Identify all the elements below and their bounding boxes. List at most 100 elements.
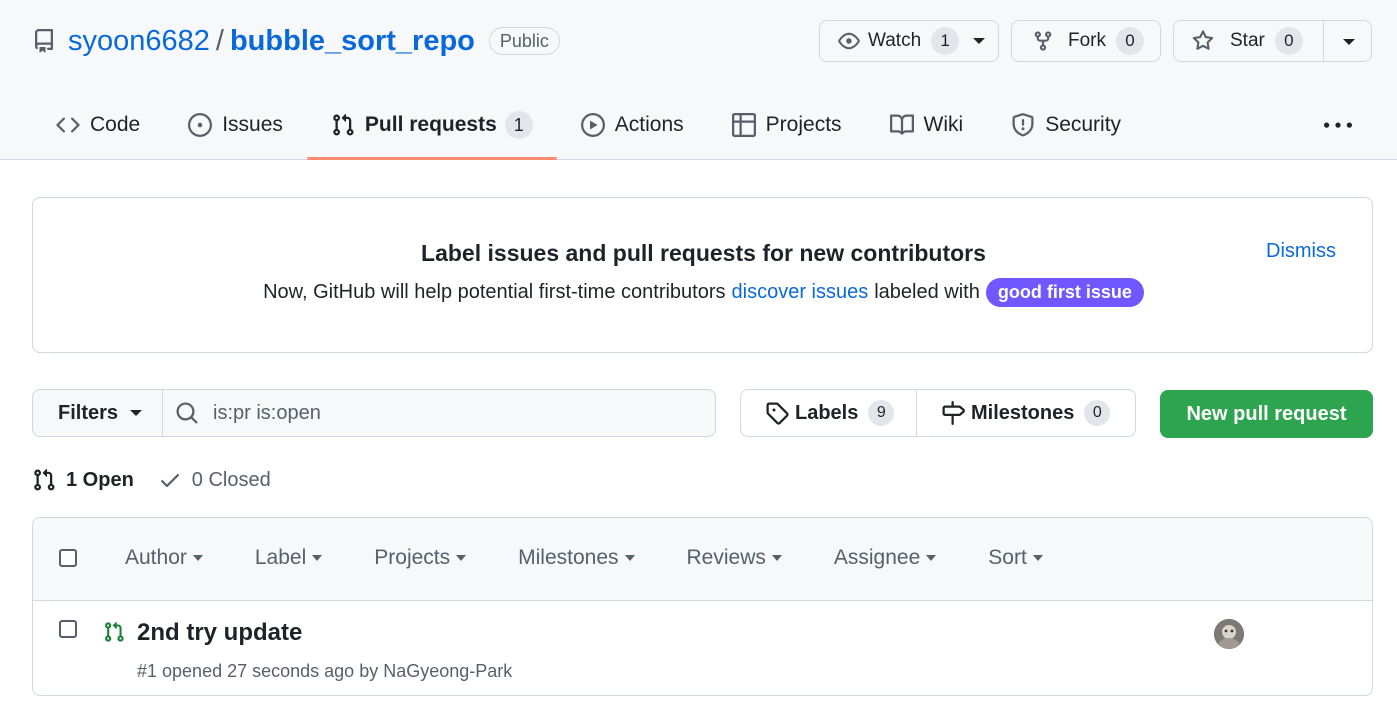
tab-security-label: Security bbox=[1045, 113, 1122, 136]
tab-projects[interactable]: Projects bbox=[708, 100, 866, 150]
more-tabs-button[interactable] bbox=[1318, 112, 1358, 140]
banner-title: Label issues and pull requests for new c… bbox=[421, 240, 986, 266]
code-icon bbox=[56, 113, 80, 137]
filters-button[interactable]: Filters bbox=[33, 390, 163, 436]
banner-text-before: Now, GitHub will help potential first-ti… bbox=[263, 281, 726, 303]
tab-wiki[interactable]: Wiki bbox=[866, 100, 988, 150]
pull-request-list: Author Label Projects Milestones Reviews… bbox=[32, 517, 1373, 696]
watch-count: 1 bbox=[931, 27, 960, 55]
banner-body: Now, GitHub will help potential first-ti… bbox=[33, 278, 1374, 307]
repo-separator: / bbox=[215, 24, 224, 57]
labels-count: 9 bbox=[868, 400, 895, 426]
git-pull-request-icon bbox=[32, 468, 56, 492]
eye-icon bbox=[838, 30, 860, 52]
repo-title: syoon6682 / bubble_sort_repo Public bbox=[32, 20, 560, 62]
milestones-filter-label: Milestones bbox=[518, 546, 619, 569]
tab-projects-label: Projects bbox=[765, 113, 842, 136]
visibility-badge: Public bbox=[488, 27, 560, 55]
closed-prs-link[interactable]: 0 Closed bbox=[158, 468, 271, 492]
milestones-filter[interactable]: Milestones bbox=[518, 546, 635, 570]
closed-count-label: 0 Closed bbox=[191, 468, 271, 491]
milestone-icon bbox=[941, 401, 965, 425]
search-input[interactable]: is:pr is:open bbox=[163, 390, 715, 436]
label-filter-label: Label bbox=[254, 546, 307, 569]
issue-opened-icon bbox=[188, 113, 213, 137]
tab-issues-label: Issues bbox=[222, 113, 283, 136]
filters-bar: Filters is:pr is:open bbox=[32, 389, 716, 437]
pr-meta: #1 opened 27 seconds ago by NaGyeong-Par… bbox=[137, 661, 513, 681]
sort-filter[interactable]: Sort bbox=[988, 546, 1043, 570]
git-pull-request-icon bbox=[331, 113, 355, 137]
chevron-down-icon bbox=[771, 555, 782, 561]
chevron-down-icon bbox=[624, 555, 635, 561]
tab-code[interactable]: Code bbox=[32, 100, 164, 150]
table-row: 2nd try update #1 opened 27 seconds ago … bbox=[33, 601, 1372, 695]
reviews-filter-label: Reviews bbox=[686, 546, 766, 569]
chevron-down-icon bbox=[926, 555, 937, 561]
sort-filter-label: Sort bbox=[988, 546, 1027, 569]
star-list-dropdown-icon[interactable] bbox=[1343, 39, 1355, 45]
pr-title-link[interactable]: 2nd try update bbox=[137, 619, 302, 647]
projects-filter-label: Projects bbox=[374, 546, 451, 569]
search-value: is:pr is:open bbox=[213, 401, 321, 424]
chevron-down-icon bbox=[456, 555, 467, 561]
author-filter-label: Author bbox=[125, 546, 187, 569]
list-filters: Author Label Projects Milestones Reviews… bbox=[125, 546, 1043, 570]
open-count-label: 1 Open bbox=[66, 468, 134, 491]
chevron-down-icon bbox=[192, 555, 203, 561]
labels-label: Labels bbox=[795, 401, 859, 424]
milestones-label: Milestones bbox=[971, 401, 1075, 424]
milestones-count: 0 bbox=[1084, 400, 1111, 426]
search-icon bbox=[175, 401, 199, 425]
milestones-button[interactable]: Milestones 0 bbox=[917, 390, 1135, 436]
repo-forked-icon bbox=[1032, 30, 1054, 52]
chevron-down-icon bbox=[1032, 555, 1043, 561]
row-checkbox[interactable] bbox=[59, 620, 77, 638]
avatar[interactable] bbox=[1214, 619, 1244, 649]
fork-button[interactable]: Fork 0 bbox=[1011, 20, 1161, 62]
table-icon bbox=[731, 113, 756, 137]
chevron-down-icon bbox=[130, 410, 143, 416]
dismiss-button[interactable]: Dismiss bbox=[1266, 240, 1336, 263]
star-button[interactable]: Star 0 bbox=[1173, 20, 1372, 62]
tab-actions[interactable]: Actions bbox=[557, 100, 708, 150]
star-label: Star bbox=[1230, 30, 1265, 51]
check-icon bbox=[158, 468, 182, 492]
tab-pull-requests[interactable]: Pull requests 1 bbox=[306, 100, 557, 160]
discover-issues-link[interactable]: discover issues bbox=[732, 281, 869, 304]
tab-wiki-label: Wiki bbox=[923, 113, 964, 136]
good-first-issue-label: good first issue bbox=[985, 278, 1144, 307]
star-icon bbox=[1192, 30, 1214, 52]
play-icon bbox=[580, 113, 605, 137]
labels-button[interactable]: Labels 9 bbox=[741, 390, 917, 436]
pr-state-toggle: 1 Open 0 Closed bbox=[32, 466, 271, 494]
author-filter[interactable]: Author bbox=[125, 546, 203, 570]
shield-icon bbox=[1011, 113, 1035, 137]
select-all-checkbox[interactable] bbox=[59, 549, 77, 567]
watch-button[interactable]: Watch 1 bbox=[819, 20, 999, 62]
label-filter[interactable]: Label bbox=[254, 546, 323, 570]
kebab-horizontal-icon bbox=[1324, 112, 1352, 140]
open-prs-link[interactable]: 1 Open bbox=[32, 468, 134, 492]
tab-issues[interactable]: Issues bbox=[164, 100, 307, 150]
contributors-banner: Label issues and pull requests for new c… bbox=[32, 197, 1373, 353]
watch-label: Watch bbox=[868, 30, 922, 51]
banner-text-after: labeled with bbox=[874, 281, 980, 303]
repo-name-link[interactable]: bubble_sort_repo bbox=[230, 25, 475, 58]
tab-security[interactable]: Security bbox=[987, 100, 1145, 150]
book-icon bbox=[889, 113, 914, 137]
labels-milestones-group: Labels 9 Milestones 0 bbox=[740, 389, 1136, 437]
tab-actions-label: Actions bbox=[614, 113, 684, 136]
button-divider bbox=[1323, 21, 1324, 61]
git-pull-request-icon bbox=[103, 620, 125, 644]
new-pull-request-button[interactable]: New pull request bbox=[1160, 390, 1373, 438]
chevron-down-icon bbox=[973, 38, 986, 44]
tab-code-label: Code bbox=[90, 113, 141, 136]
projects-filter[interactable]: Projects bbox=[374, 546, 467, 570]
reviews-filter[interactable]: Reviews bbox=[687, 546, 782, 570]
repo-owner-link[interactable]: syoon6682 bbox=[68, 25, 210, 58]
assignee-filter[interactable]: Assignee bbox=[834, 546, 937, 570]
repo-header: syoon6682 / bubble_sort_repo Public Watc… bbox=[0, 0, 1397, 160]
repo-nav-tabs: Code Issues Pull requests 1 Actions Proj… bbox=[32, 100, 1145, 160]
tab-pull-requests-label: Pull requests bbox=[364, 113, 497, 136]
